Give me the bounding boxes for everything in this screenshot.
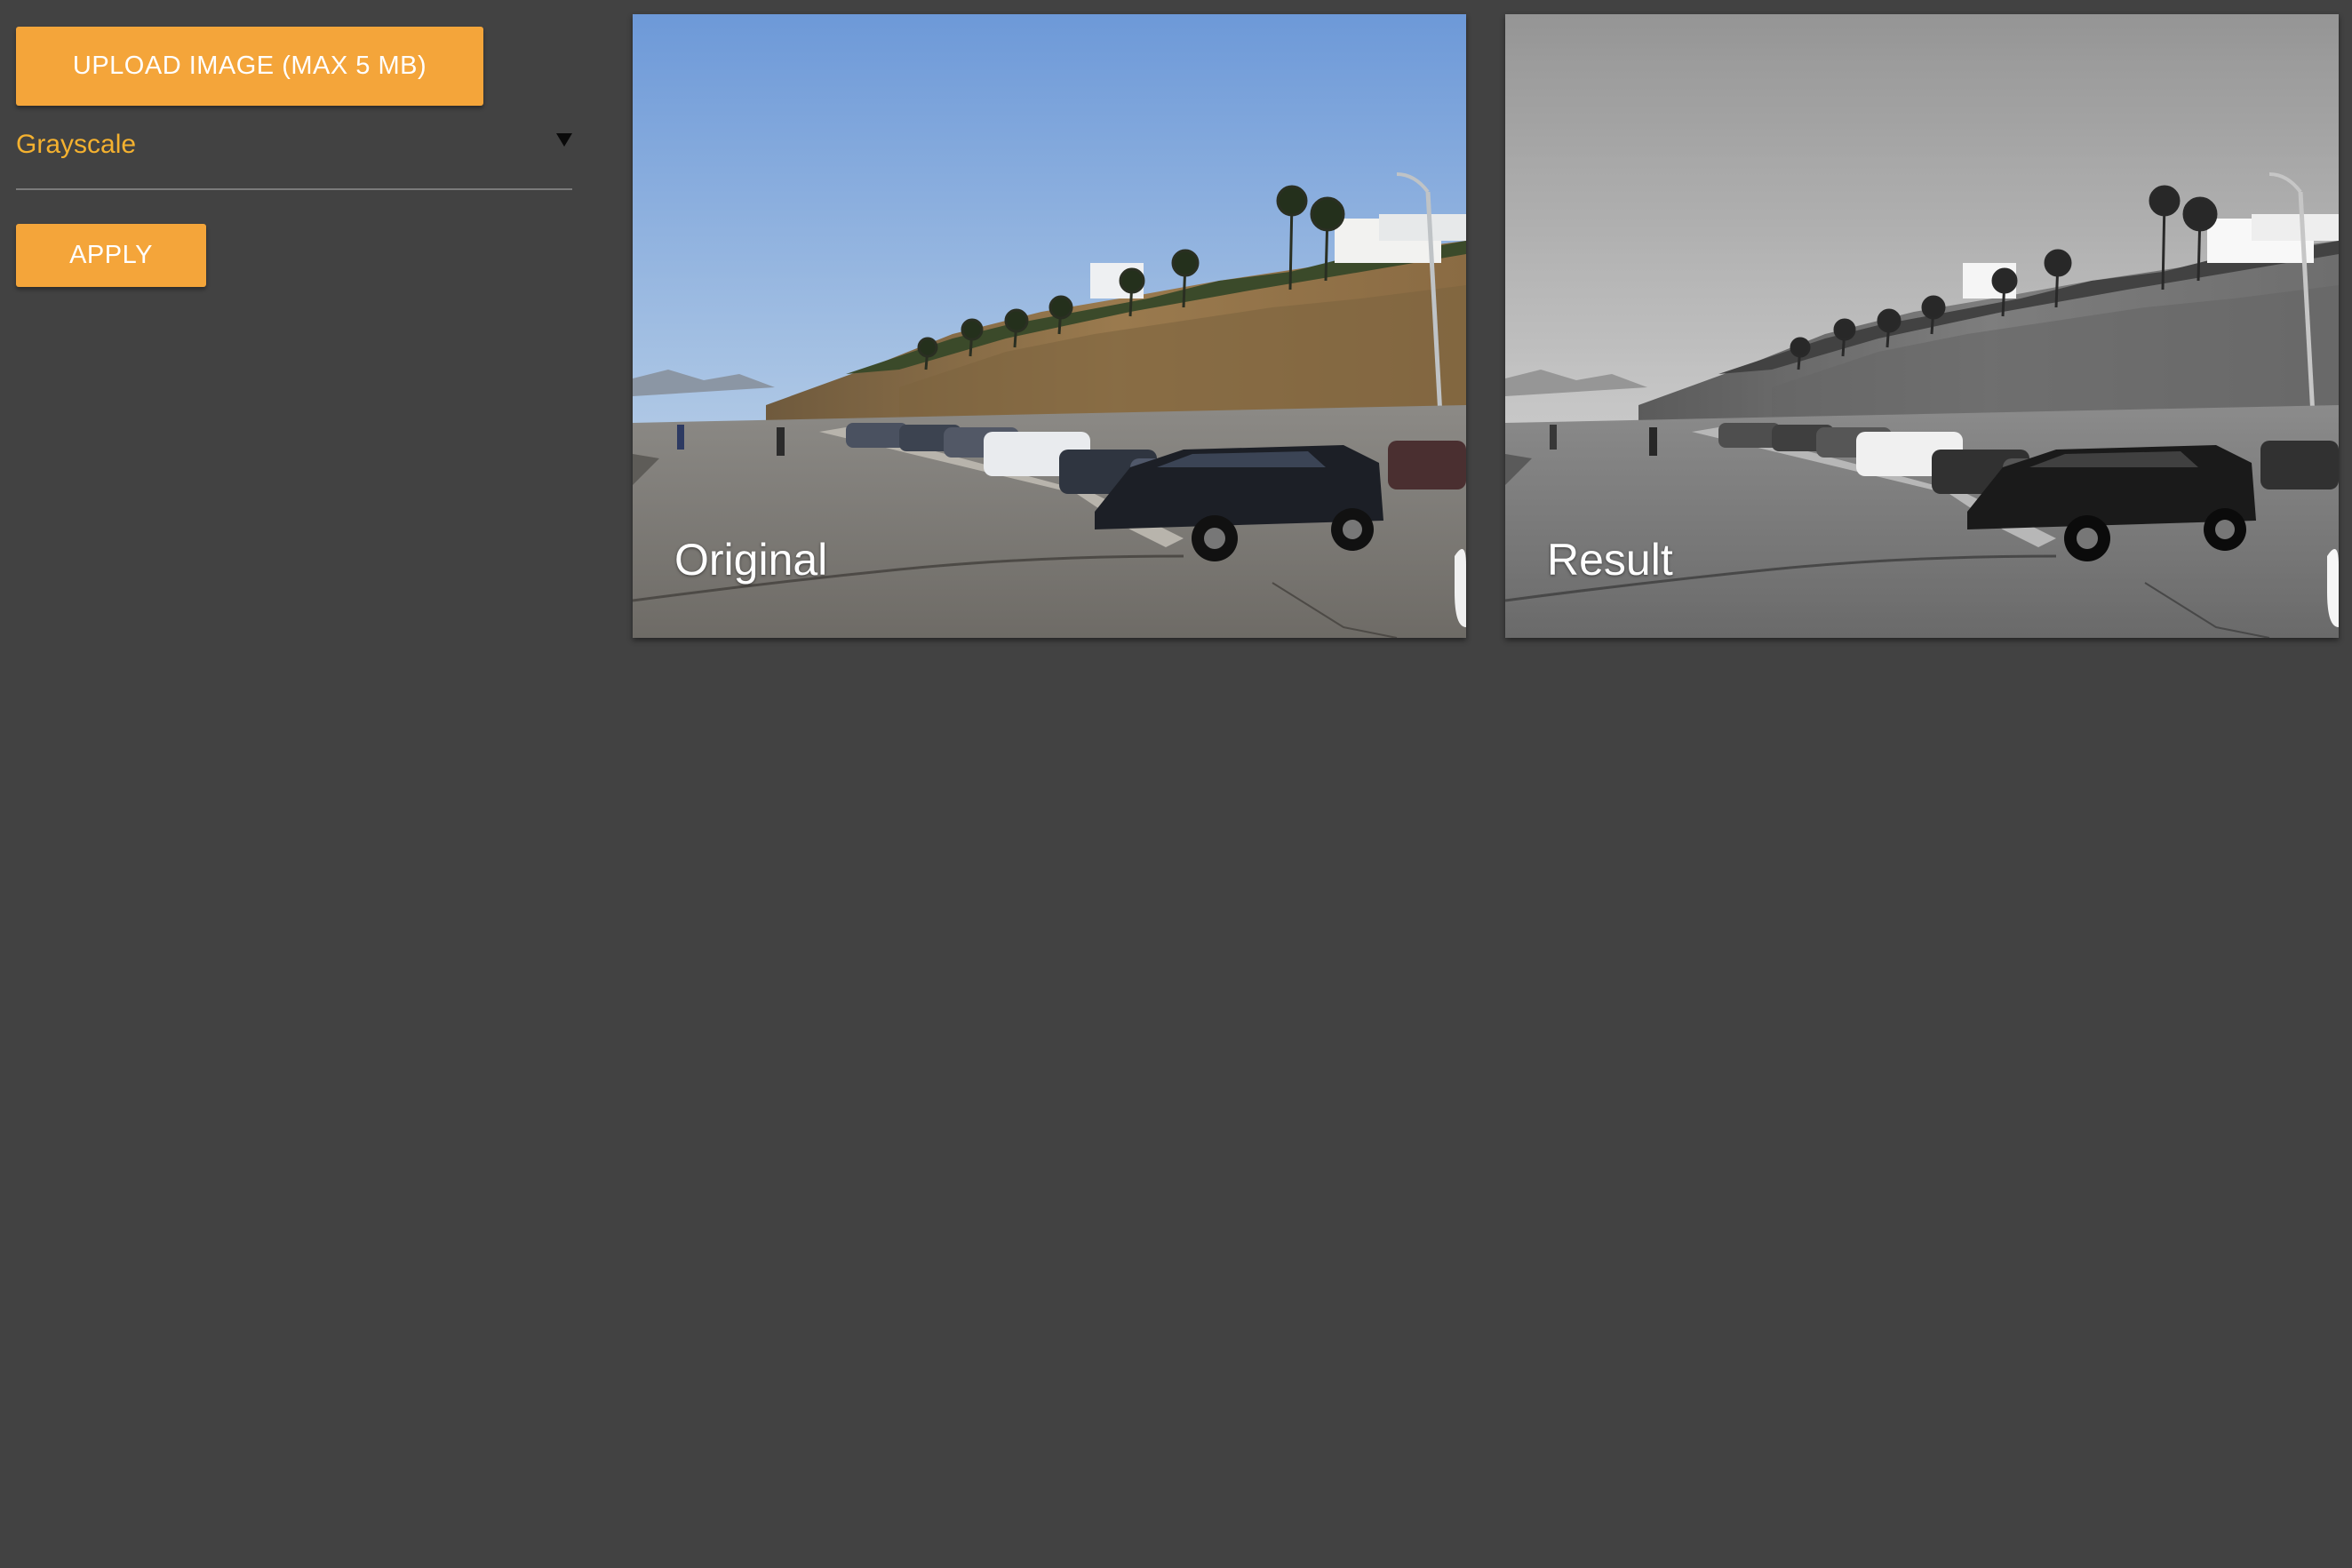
triangle-down-icon — [556, 133, 572, 147]
upload-image-button[interactable]: UPLOAD IMAGE (MAX 5 MB) — [16, 27, 483, 106]
original-label: Original — [674, 535, 828, 585]
filter-select[interactable]: Grayscale — [16, 124, 572, 190]
app-page: UPLOAD IMAGE (MAX 5 MB) Grayscale APPLY — [0, 0, 2352, 1568]
original-image-card: Original — [633, 14, 1466, 638]
filter-select-value: Grayscale — [16, 130, 137, 159]
control-panel: UPLOAD IMAGE (MAX 5 MB) Grayscale APPLY — [0, 0, 604, 373]
result-image-card: Result — [1505, 14, 2339, 638]
apply-label: APPLY — [69, 241, 153, 269]
apply-button[interactable]: APPLY — [16, 224, 206, 287]
upload-image-label: UPLOAD IMAGE (MAX 5 MB) — [72, 52, 427, 80]
result-label: Result — [1547, 535, 1673, 585]
